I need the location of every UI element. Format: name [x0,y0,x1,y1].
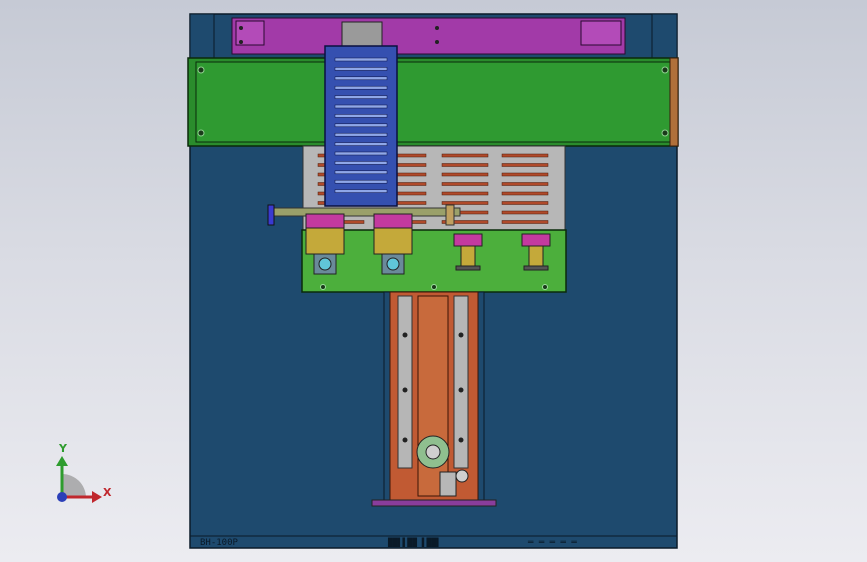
gripper-clamp [305,213,345,229]
crossbeam-inner [195,61,671,143]
cylinder-body [528,245,544,267]
cylinder-cap [521,233,551,247]
mesh-slots [334,57,388,193]
grille-slot [501,153,549,158]
grille-slot [501,182,549,186]
cylinder-base [455,265,481,271]
track-screw [458,332,464,338]
top-rail-right-block [580,20,622,46]
grille-slot [441,191,489,196]
gripper-body [305,227,345,255]
cad-viewport[interactable]: BH-100P ██▌▌██ ▌██▌ ═ ═ ═ ═ ═ Y X [0,0,867,562]
grille-slot [441,163,489,167]
track-screw [402,387,408,393]
frame-right-column [651,13,678,61]
title-right-marks: ═ ═ ═ ═ ═ [527,538,577,548]
mesh-slot [334,161,388,165]
carriage-screw [431,284,437,290]
assembly-drawing[interactable]: BH-100P ██▌▌██ ▌██▌ ═ ═ ═ ═ ═ [0,0,867,562]
carriage-screw [320,284,326,290]
rail-screw [435,40,439,44]
mesh-slot [334,85,388,90]
grille-slot [501,210,549,215]
grille-slot [501,172,549,177]
mesh-slot [334,189,388,193]
gripper-body [373,227,413,255]
track-screw [402,332,408,338]
x-axis-label: X [103,486,112,499]
y-axis-label: Y [59,442,67,455]
gripper-clamp [373,213,413,229]
beam-screw [661,129,669,137]
coordinate-triad [56,456,102,503]
frame-left-column [189,13,215,61]
mesh-slot [334,132,388,137]
rail-screw [239,40,243,44]
carriage-screw [542,284,548,290]
cylinder-base [523,265,549,271]
cylinder-body [460,245,476,267]
beam-screw [197,129,205,137]
mesh-slot [334,151,388,156]
track-base [371,499,497,507]
slide-rod-endstop [267,204,275,226]
beam-screw [661,66,669,74]
grille-slot [501,220,549,224]
track-screw [402,437,408,443]
grille-slot [501,163,549,167]
track-screw [458,437,464,443]
rail-screw [435,26,439,30]
mesh-slot [334,67,388,71]
crossbeam-end-cap [669,57,679,147]
motor-mount [439,471,457,497]
idler-wheel [455,469,469,483]
mesh-slot [334,142,388,146]
grille-slot [441,182,489,186]
part-number: BH-100P [200,538,239,548]
cylinder-cap [453,233,483,247]
beam-screw [197,66,205,74]
grille-slot [501,191,549,196]
mesh-slot [334,57,388,62]
grille-slot [441,172,489,177]
grille-slot [501,201,549,205]
rail-screw [239,26,243,30]
gripper-sensor-lens [318,257,332,271]
grille-slot [441,153,489,158]
title-center-label: ██▌▌██ ▌██▌ [387,537,441,547]
mesh-slot [334,114,388,118]
top-rail [231,17,626,55]
slide-rod-bracket [445,204,455,226]
grille-slot [441,201,489,205]
y-axis-arrowhead-icon [56,456,68,466]
gripper-sensor-lens [386,257,400,271]
mesh-slot [334,123,388,128]
mesh-slot [334,170,388,175]
x-axis-arrowhead-icon [92,491,102,503]
mesh-slot [334,179,388,184]
mesh-slot [334,95,388,99]
drive-pulley-hub [425,444,441,460]
track-screw [458,387,464,393]
slide-rod [269,207,461,217]
mesh-slot [334,104,388,109]
z-axis-dot-icon [57,492,67,502]
mesh-slot [334,76,388,81]
